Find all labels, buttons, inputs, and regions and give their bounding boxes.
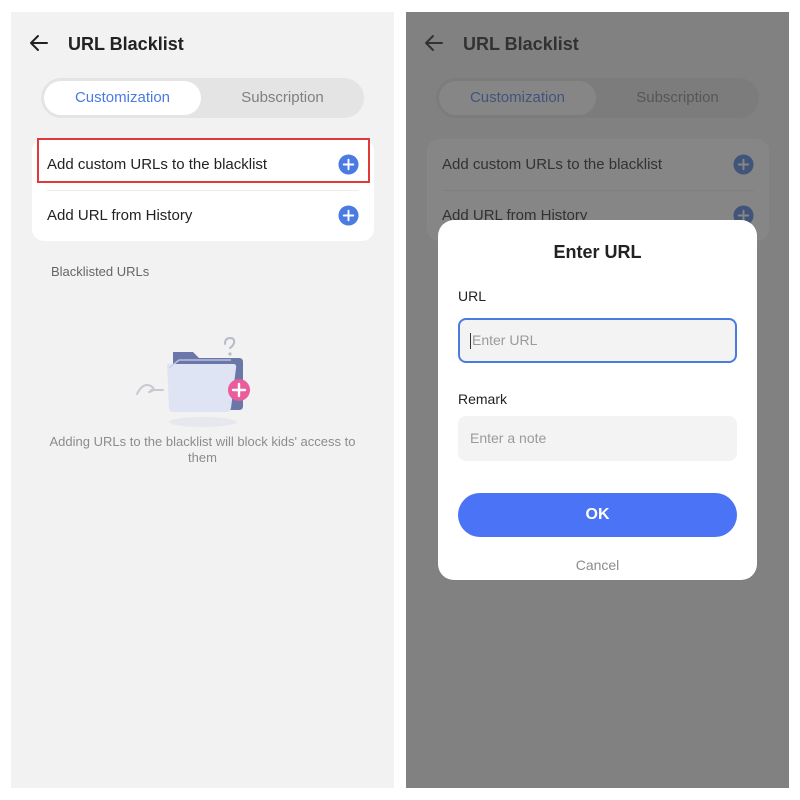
add-from-history-label: Add URL from History (47, 207, 193, 224)
url-input-placeholder: Enter URL (472, 332, 538, 348)
blacklist-screen-with-dialog: URL Blacklist Customization Subscription… (406, 12, 789, 788)
blacklist-screen: URL Blacklist Customization Subscription… (11, 12, 394, 788)
empty-state-message: Adding URLs to the blacklist will block … (49, 434, 356, 465)
header: URL Blacklist (11, 28, 394, 60)
plus-circle-icon[interactable] (338, 154, 359, 175)
url-input[interactable]: Enter URL (458, 318, 737, 363)
actions-card: Add custom URLs to the blacklist Add URL… (32, 138, 374, 241)
text-caret (470, 333, 471, 350)
url-label: URL (458, 288, 487, 304)
remark-label: Remark (458, 391, 508, 407)
add-custom-urls-label: Add custom URLs to the blacklist (47, 156, 268, 173)
enter-url-dialog: Enter URL URL Enter URL Remark Enter a n… (438, 220, 757, 580)
add-custom-urls-row[interactable]: Add custom URLs to the blacklist (32, 138, 374, 190)
plus-circle-icon[interactable] (338, 205, 359, 226)
tab-customization[interactable]: Customization (44, 81, 201, 115)
tab-subscription[interactable]: Subscription (204, 81, 361, 115)
section-label: Blacklisted URLs (51, 264, 150, 279)
dialog-title: Enter URL (553, 242, 642, 262)
add-from-history-row[interactable]: Add URL from History (32, 190, 374, 241)
empty-folder-icon (136, 336, 250, 427)
cancel-button[interactable]: Cancel (438, 557, 757, 573)
arrow-left-icon[interactable] (27, 31, 51, 55)
remark-input[interactable]: Enter a note (458, 416, 737, 461)
page-title: URL Blacklist (68, 34, 184, 54)
tab-bar: Customization Subscription (41, 78, 364, 118)
remark-input-placeholder: Enter a note (470, 430, 547, 446)
ok-button[interactable]: OK (458, 493, 737, 537)
